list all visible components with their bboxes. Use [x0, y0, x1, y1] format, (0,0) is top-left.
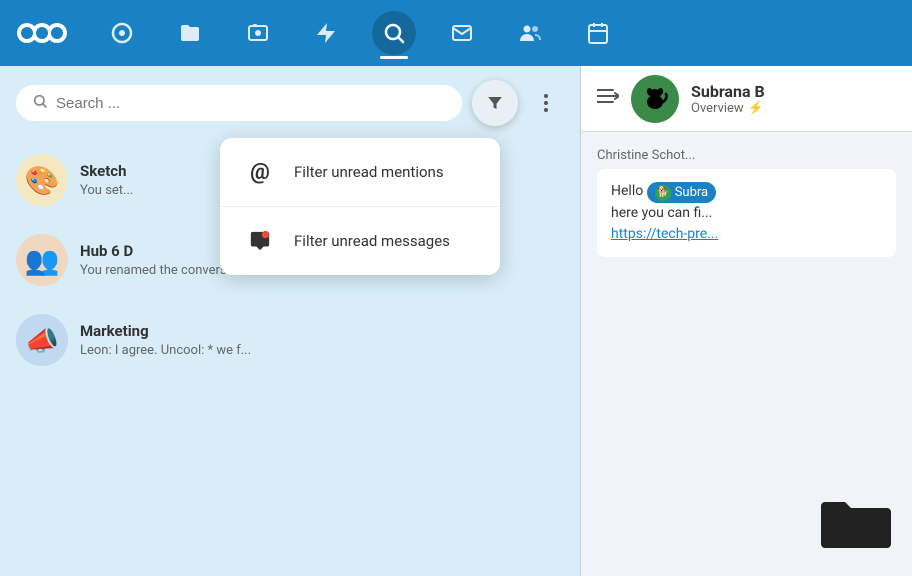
nav-activity-icon[interactable] [304, 11, 348, 55]
user-avatar [631, 75, 679, 123]
right-panel: Subrana B Overview ⚡ Christine Schot... … [580, 66, 912, 576]
status-text: Overview [691, 101, 744, 116]
folder-area [581, 475, 912, 576]
nav-dashboard-icon[interactable] [100, 11, 144, 55]
nav-calendar-icon[interactable] [576, 11, 620, 55]
filter-dropdown: @ Filter unread mentions Filter unread m… [220, 138, 500, 275]
right-panel-header: Subrana B Overview ⚡ [581, 66, 912, 132]
sidebar-toggle-button[interactable] [597, 88, 619, 109]
nav-files-icon[interactable] [168, 11, 212, 55]
avatar: 📣 [16, 314, 68, 366]
filter-mentions-item[interactable]: @ Filter unread mentions [220, 138, 500, 206]
folder-icon [816, 491, 896, 560]
mention-name: Subra [675, 183, 708, 203]
nav-contacts-icon[interactable] [508, 11, 552, 55]
conversation-sidebar: 🎨 Sketch You set... 👥 Hub 6 D You rename… [0, 66, 580, 576]
app-logo[interactable] [16, 16, 68, 50]
at-icon: @ [244, 156, 276, 188]
filter-messages-label: Filter unread messages [294, 232, 450, 250]
conversation-item[interactable]: 📣 Marketing Leon: I agree. Uncool: * we … [0, 300, 580, 380]
message-body: here you can fi... [611, 205, 712, 221]
avatar: 👥 [16, 234, 68, 286]
nav-search-icon[interactable] [372, 11, 416, 55]
message-area: Christine Schot... Hello 🐕 Subra here yo… [581, 132, 912, 475]
search-bar[interactable] [16, 85, 462, 121]
more-options-button[interactable] [528, 85, 564, 121]
message-greeting: Hello [611, 183, 647, 199]
top-navigation [0, 0, 912, 66]
nav-mail-icon[interactable] [440, 11, 484, 55]
nav-photos-icon[interactable] [236, 11, 280, 55]
user-name: Subrana B [691, 82, 896, 101]
conversation-name: Marketing [80, 322, 564, 340]
message-bubble: Hello 🐕 Subra here you can fi... https:/… [597, 169, 896, 257]
search-input[interactable] [56, 95, 446, 112]
mention-tag[interactable]: 🐕 Subra [647, 182, 716, 204]
status-icon: ⚡ [748, 101, 764, 116]
filter-messages-item[interactable]: Filter unread messages [220, 206, 500, 275]
message-icon [244, 225, 276, 257]
conversation-info: Marketing Leon: I agree. Uncool: * we f.… [80, 322, 564, 358]
filter-button[interactable] [472, 80, 518, 126]
message-link[interactable]: https://tech-pre... [611, 226, 718, 242]
filter-mentions-label: Filter unread mentions [294, 163, 444, 181]
mention-avatar: 🐕 [655, 185, 671, 201]
sidebar-header [0, 66, 580, 140]
user-status: Overview ⚡ [691, 101, 896, 116]
conversation-preview: Leon: I agree. Uncool: * we f... [80, 343, 564, 358]
search-icon [32, 93, 48, 113]
main-area: 🎨 Sketch You set... 👥 Hub 6 D You rename… [0, 66, 912, 576]
avatar: 🎨 [16, 154, 68, 206]
message-sender: Christine Schot... [597, 148, 896, 163]
user-info: Subrana B Overview ⚡ [691, 82, 896, 116]
